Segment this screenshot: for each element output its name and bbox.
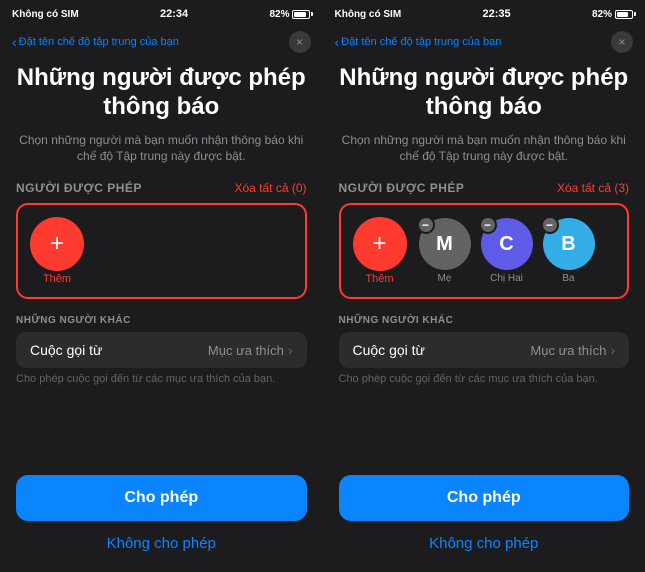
add-button-2[interactable]: +	[353, 217, 407, 271]
calls-from-right-1: Mục ưa thích ›	[208, 342, 293, 358]
contact-avatar-ba: − B	[543, 218, 595, 270]
chevron-right-2: ›	[610, 342, 615, 358]
add-btn-group-1: + Thêm	[30, 217, 84, 285]
battery-icon-2	[615, 10, 633, 19]
close-button-2[interactable]: ×	[611, 31, 633, 53]
close-icon-2: ×	[618, 35, 625, 49]
calls-from-label-1: Cuộc gọi từ	[30, 342, 102, 358]
bottom-area-1: Cho phép Không cho phép	[0, 467, 323, 572]
close-icon-1: ×	[296, 35, 303, 49]
main-title-1: Những người được phép thông báo	[16, 64, 307, 122]
add-btn-group-2: + Thêm	[353, 217, 407, 285]
contact-avatar-chihai: − C	[481, 218, 533, 270]
battery-icon-1	[292, 10, 310, 19]
calls-desc-2: Cho phép cuộc gọi đến từ các mục ưa thíc…	[339, 372, 630, 386]
status-bar-1: Không có SIM 22:34 82%	[0, 0, 323, 24]
contact-item-chihai: − C Chị Hai	[481, 218, 533, 284]
carrier-1: Không có SIM	[12, 9, 79, 20]
contact-initial-ba: B	[561, 233, 575, 256]
contact-avatar-me: − M	[419, 218, 471, 270]
allowed-box-1: + Thêm	[16, 203, 307, 299]
add-label-1: Thêm	[43, 273, 71, 285]
close-button-1[interactable]: ×	[289, 31, 311, 53]
battery-fill-2	[617, 12, 628, 17]
calls-from-right-2: Mục ưa thích ›	[530, 342, 615, 358]
back-label-2: Đặt tên chế độ tập trung của bạn	[341, 36, 501, 48]
contact-name-ba: Ba	[562, 273, 574, 284]
calls-from-value-2: Mục ưa thích	[530, 343, 606, 358]
battery-percent-2: 82%	[592, 9, 612, 20]
add-button-1[interactable]: +	[30, 217, 84, 271]
calls-desc-1: Cho phép cuộc gọi đến từ các mục ưa thíc…	[16, 372, 307, 386]
allow-button-2[interactable]: Cho phép	[339, 475, 630, 521]
screen-2: Không có SIM 22:35 82% ‹ Đặt tên chế độ …	[323, 0, 645, 572]
subtitle-1: Chọn những người mà bạn muốn nhận thông …	[16, 132, 307, 166]
battery-percent-1: 82%	[269, 9, 289, 20]
add-label-2: Thêm	[365, 273, 393, 285]
calls-from-row-1[interactable]: Cuộc gọi từ Mục ưa thích ›	[16, 332, 307, 368]
time-1: 22:34	[160, 8, 188, 20]
status-right-1: 82%	[269, 9, 310, 20]
status-bar-2: Không có SIM 22:35 82%	[323, 0, 645, 24]
section-header-1: Người được phép Xóa tất cả (0)	[16, 181, 307, 195]
calls-from-value-1: Mục ưa thích	[208, 343, 284, 358]
back-label-1: Đặt tên chế độ tập trung của bạn	[19, 36, 179, 48]
deny-button-2[interactable]: Không cho phép	[339, 531, 630, 556]
contact-item-ba: − B Ba	[543, 218, 595, 284]
contact-name-me: Mẹ	[438, 273, 452, 284]
contact-remove-me[interactable]: −	[417, 216, 435, 234]
main-title-2: Những người được phép thông báo	[339, 64, 630, 122]
plus-icon-1: +	[50, 232, 64, 256]
section-header-2: Người được phép Xóa tất cả (3)	[339, 181, 630, 195]
clear-all-2[interactable]: Xóa tất cả (3)	[557, 181, 629, 195]
nav-bar-1: ‹ Đặt tên chế độ tập trung của bạn ×	[0, 24, 323, 60]
battery-fill-1	[294, 12, 305, 17]
calls-from-label-2: Cuộc gọi từ	[353, 342, 425, 358]
back-button-2[interactable]: ‹ Đặt tên chế độ tập trung của bạn	[335, 35, 502, 49]
others-label-1: NHỮNG NGƯỜI KHÁC	[16, 315, 307, 326]
content-2: Những người được phép thông báo Chọn nhữ…	[323, 60, 645, 467]
contact-remove-ba[interactable]: −	[541, 216, 559, 234]
nav-bar-2: ‹ Đặt tên chế độ tập trung của bạn ×	[323, 24, 645, 60]
others-label-2: NHỮNG NGƯỜI KHÁC	[339, 315, 630, 326]
bottom-area-2: Cho phép Không cho phép	[323, 467, 645, 572]
contact-initial-chihai: C	[499, 233, 513, 256]
back-chevron-2: ‹	[335, 35, 340, 49]
time-2: 22:35	[483, 8, 511, 20]
allow-button-1[interactable]: Cho phép	[16, 475, 307, 521]
carrier-2: Không có SIM	[335, 9, 402, 20]
subtitle-2: Chọn những người mà bạn muốn nhận thông …	[339, 132, 630, 166]
clear-all-1[interactable]: Xóa tất cả (0)	[234, 181, 306, 195]
allowed-box-2: + Thêm − M Mẹ − C	[339, 203, 630, 299]
back-button-1[interactable]: ‹ Đặt tên chế độ tập trung của bạn	[12, 35, 179, 49]
contact-group-2: − M Mẹ − C Chị Hai − B	[419, 218, 595, 284]
contact-name-chihai: Chị Hai	[490, 273, 523, 284]
contact-item-me: − M Mẹ	[419, 218, 471, 284]
contact-initial-me: M	[436, 233, 453, 256]
section-label-1: Người được phép	[16, 181, 142, 195]
status-right-2: 82%	[592, 9, 633, 20]
contact-remove-chihai[interactable]: −	[479, 216, 497, 234]
chevron-right-1: ›	[288, 342, 293, 358]
screen-1: Không có SIM 22:34 82% ‹ Đặt tên chế độ …	[0, 0, 323, 572]
deny-button-1[interactable]: Không cho phép	[16, 531, 307, 556]
content-1: Những người được phép thông báo Chọn nhữ…	[0, 60, 323, 467]
plus-icon-2: +	[372, 232, 386, 256]
section-label-2: Người được phép	[339, 181, 465, 195]
calls-from-row-2[interactable]: Cuộc gọi từ Mục ưa thích ›	[339, 332, 630, 368]
back-chevron-1: ‹	[12, 35, 17, 49]
